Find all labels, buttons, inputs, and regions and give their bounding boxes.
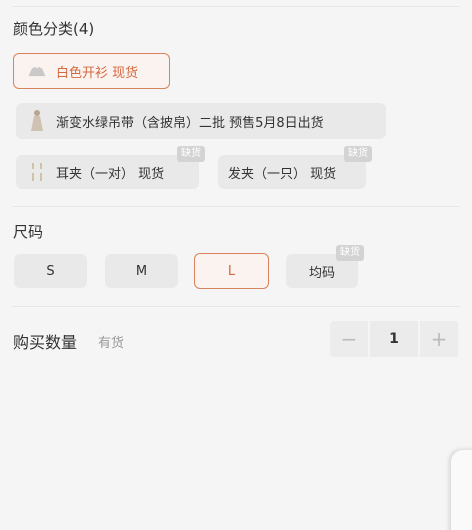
earring-thumbnail-icon [26,161,48,183]
color-option-white-cardigan[interactable]: 白色开衫 现货 [13,53,170,89]
color-option-label: 耳夹（一对） 现货 [56,166,165,182]
floating-panel-edge [451,450,472,530]
section-divider [12,206,460,207]
color-option-label: 渐变水绿吊带（含披帛）二批 预售5月8日出货 [56,115,324,131]
out-of-stock-badge: 缺货 [344,146,372,162]
size-option-l[interactable]: L [194,253,269,289]
out-of-stock-badge: 缺货 [336,245,364,261]
size-section-title: 尺码 [13,223,44,241]
size-option-one-size[interactable]: 均码 缺货 [286,245,364,288]
dress-thumbnail-icon [26,110,48,132]
size-option-label: S [46,263,55,279]
size-option-s[interactable]: S [14,254,87,288]
section-divider [12,306,460,307]
out-of-stock-badge: 缺货 [177,146,205,162]
quantity-stepper[interactable]: − 1 + [330,321,460,357]
color-option-hair-clip[interactable]: 发夹（一只） 现货 缺货 [218,146,372,189]
size-option-label: M [135,263,148,279]
color-option-label: 白色开衫 现货 [56,65,139,81]
increment-button[interactable]: + [420,321,458,357]
color-option-label: 发夹（一只） 现货 [228,166,337,182]
size-option-label: 均码 [308,265,335,281]
cardigan-thumbnail-icon [26,60,48,82]
color-option-ear-clips[interactable]: 耳夹（一对） 现货 缺货 [16,146,205,189]
decrement-button[interactable]: − [330,321,368,357]
top-divider [12,6,460,7]
quantity-value[interactable]: 1 [370,321,418,357]
size-option-m[interactable]: M [105,254,178,288]
stock-status: 有货 [98,336,125,351]
quantity-label: 购买数量 [13,333,78,352]
size-option-label: L [227,263,236,279]
color-option-gradient-green-dress[interactable]: 渐变水绿吊带（含披帛）二批 预售5月8日出货 [16,103,386,139]
color-section-title: 颜色分类(4) [13,20,95,38]
